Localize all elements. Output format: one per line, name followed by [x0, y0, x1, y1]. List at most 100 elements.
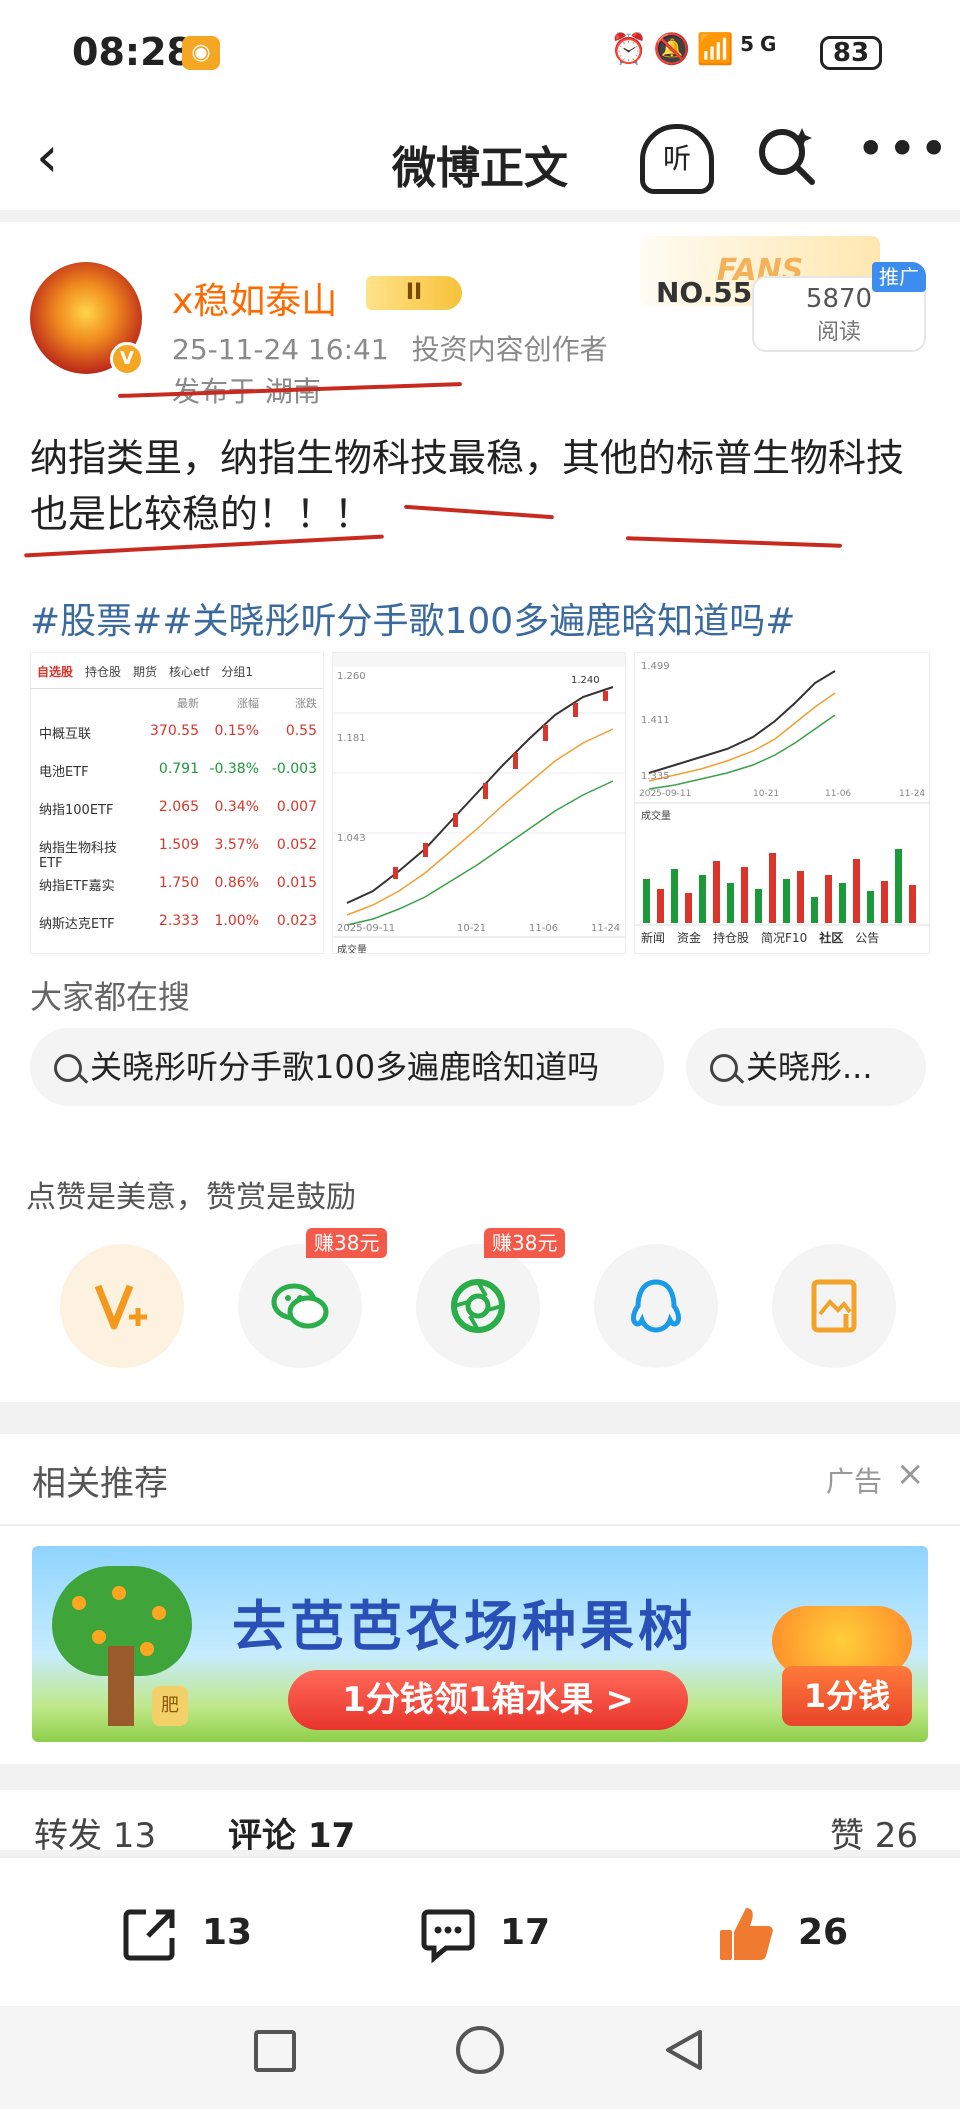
watchlist-tab: 核心etf — [169, 665, 210, 679]
watchlist-row: 纳指生物科技ETF 1.509 3.57% 0.052 — [31, 831, 323, 871]
tip-button[interactable] — [60, 1244, 184, 1368]
more-options-icon[interactable]: ••• — [856, 120, 950, 178]
chart2-x-end: 11-06 — [825, 789, 852, 799]
col-amount: 涨跌 — [295, 697, 317, 710]
ad-banner[interactable]: 肥 去芭芭农场种果树 1分钱领1箱水果 > 1分钱 — [32, 1546, 928, 1742]
chart1-value: 1.240 — [571, 675, 600, 686]
watchlist-amount: 0.052 — [276, 837, 317, 853]
ad-close-icon[interactable]: × — [896, 1454, 925, 1494]
weibo-notification-icon: ◉ — [182, 36, 220, 70]
bottom-action-bar: 13 17 26 — [0, 1856, 960, 2006]
kline-chart-1 — [333, 653, 625, 938]
share-qq-button[interactable] — [594, 1244, 718, 1368]
ad-price-button[interactable]: 1分钱 — [782, 1666, 912, 1726]
promo-tag[interactable]: 推广 — [872, 262, 926, 292]
top-navbar: 微博正文 ‹ 听 ••• — [0, 110, 960, 210]
share-wechat-button[interactable] — [238, 1244, 362, 1368]
watchlist-amount: -0.003 — [271, 761, 317, 777]
listen-button[interactable]: 听 — [640, 124, 714, 194]
post-image-chart-2[interactable]: 1.499 1.411 1.335 2025-09-11 10-21 11-06… — [634, 652, 930, 954]
username[interactable]: x稳如泰山 — [172, 272, 337, 324]
chart2-footer: 成交量 — [641, 811, 671, 822]
watchlist-price: 1.509 — [158, 837, 199, 853]
post-card: FANS NO.5536 5870 阅读 推广 V x稳如泰山 II 25-11… — [0, 222, 960, 1402]
watchlist-price: 1.750 — [158, 875, 199, 891]
trending-search-pill[interactable]: 关晓彤听分手歌100多遍鹿晗知道吗 — [30, 1028, 664, 1106]
chart2-tab: 新闻 — [641, 931, 666, 945]
search-icon — [54, 1054, 82, 1082]
watchlist-row: 电池ETF 0.791 -0.38% -0.003 — [31, 755, 323, 795]
watchlist-change: 1.00% — [214, 913, 259, 929]
read-label: 阅读 — [816, 320, 861, 345]
recommend-title: 相关推荐 — [32, 1464, 168, 1504]
watchlist-price: 2.333 — [158, 913, 199, 929]
like-button[interactable]: 26 — [714, 1898, 848, 1968]
watchlist-row: 纳斯达克ETF 2.333 1.00% 0.023 — [31, 907, 323, 947]
battery-icon: 83 — [820, 36, 882, 70]
watchlist-price: 2.065 — [158, 799, 199, 815]
watchlist-name: 纳指生物科技ETF — [39, 841, 118, 871]
ad-cta-button[interactable]: 1分钱领1箱水果 > — [288, 1670, 688, 1730]
tab-comment[interactable]: 评论 17 — [228, 1808, 355, 1850]
tree-trunk — [108, 1646, 134, 1726]
chart1-x-end: 11-06 — [529, 923, 559, 934]
watchlist-name: 电池ETF — [39, 765, 89, 780]
forward-button[interactable]: 13 — [118, 1898, 252, 1968]
save-image-button[interactable] — [772, 1244, 896, 1368]
watchlist-name: 中概互联 — [39, 727, 92, 742]
trending-search-text: 关晓彤听分手歌100多遍鹿晗知道吗 — [90, 1048, 600, 1086]
tab-forward[interactable]: 转发 13 — [34, 1808, 156, 1850]
forward-count: 13 — [202, 1912, 253, 1953]
chart2-y-mid: 1.411 — [641, 715, 670, 726]
back-icon[interactable]: ‹ — [36, 128, 86, 188]
watchlist-tab: 自选股 — [37, 665, 74, 679]
watchlist-change: -0.38% — [209, 761, 259, 777]
home-icon[interactable] — [456, 2026, 504, 2074]
recent-apps-icon[interactable] — [254, 2030, 296, 2072]
post-meta: 25-11-24 16:41 投资内容创作者 — [172, 328, 608, 368]
search-sparkle-icon[interactable] — [756, 124, 818, 186]
watchlist-tabs: 自选股 持仓股 期货 核心etf 分组1 — [31, 653, 323, 689]
alarm-icon: ⏰ — [610, 32, 654, 67]
watchlist-change: 3.57% — [214, 837, 259, 853]
level-badge[interactable]: II — [366, 276, 462, 310]
comment-button[interactable]: 17 — [416, 1898, 550, 1968]
network-label: 5G — [740, 32, 783, 56]
post-image-chart-1[interactable]: 1.260 1.181 1.043 1.240 2025-09-11 10-21… — [332, 652, 626, 954]
chart2-tab: 持仓股 — [713, 931, 750, 945]
watchlist-amount: 0.023 — [276, 913, 317, 929]
kline-chart-2 — [635, 670, 929, 926]
post-image-grid: 自选股 持仓股 期货 核心etf 分组1 最新 涨幅 涨跌 中概互联 370.55 0.15… — [30, 652, 930, 954]
fruit-dot — [72, 1596, 86, 1610]
comment-count: 17 — [500, 1912, 551, 1953]
tab-like[interactable]: 赞 26 — [830, 1808, 918, 1850]
hashtags-link[interactable]: #股票##关晓彤听分手歌100多遍鹿晗知道吗# — [30, 592, 936, 644]
candles — [393, 691, 608, 879]
watchlist-amount: 0.007 — [276, 799, 317, 815]
interaction-tabs: 转发 13 评论 17 赞 26 — [0, 1790, 960, 1850]
post-timestamp: 25-11-24 16:41 — [172, 333, 389, 366]
system-back-icon[interactable] — [660, 2026, 708, 2074]
thumbs-up-icon — [720, 1908, 773, 1960]
share-moments-button[interactable] — [416, 1244, 540, 1368]
chart1-footer: 成交量 — [337, 945, 367, 954]
watchlist-row: 纳指100ETF 2.065 0.34% 0.007 — [31, 793, 323, 833]
chart2-tabs: 新闻 资金 持仓股 简况F10 社区 公告 — [635, 929, 929, 946]
col-price: 最新 — [177, 697, 199, 710]
watchlist-header: 最新 涨幅 涨跌 — [31, 689, 323, 715]
fruit-dot — [152, 1606, 166, 1620]
watchlist-change: 0.34% — [214, 799, 259, 815]
chart1-x-mid: 10-21 — [457, 923, 487, 934]
wifi-icon: 📶 — [696, 32, 741, 67]
chart2-tab: 简况F10 — [761, 931, 808, 945]
watchlist-name: 纳指100ETF — [39, 803, 114, 818]
chart2-tab: 社区 — [819, 931, 844, 945]
watchlist-tab: 期货 — [133, 665, 158, 679]
trending-search-pill[interactable]: 关晓彤... — [686, 1028, 926, 1106]
save-image-icon — [811, 1279, 857, 1333]
watchlist-amount: 0.55 — [285, 723, 317, 739]
post-image-watchlist[interactable]: 自选股 持仓股 期货 核心etf 分组1 最新 涨幅 涨跌 中概互联 370.55 0.15… — [30, 652, 324, 954]
tip-v-plus-icon — [94, 1284, 147, 1330]
author-tag: 投资内容创作者 — [411, 333, 608, 366]
ad-label: 广告 — [826, 1465, 883, 1498]
